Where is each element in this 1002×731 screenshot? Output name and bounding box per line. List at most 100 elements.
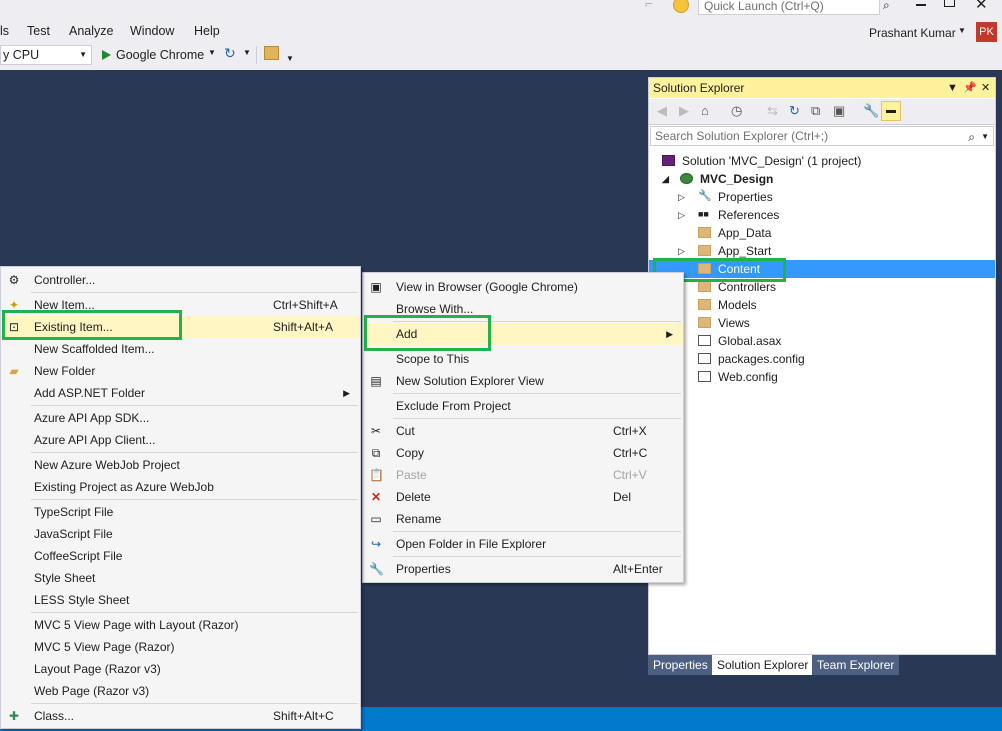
avatar[interactable]: PK [976,22,997,42]
user-name[interactable]: Prashant Kumar [869,26,956,40]
tab-solution-explorer[interactable]: Solution Explorer [712,655,814,675]
tree-item-label: App_Data [718,226,772,240]
tree-item-solution[interactable]: Solution 'MVC_Design' (1 project) [649,152,995,170]
tree-item-properties[interactable]: ▷ 🔧 Properties [649,188,995,206]
run-button[interactable]: Google Chrome [100,46,204,64]
tree-item-project[interactable]: ◢ MVC_Design [649,170,995,188]
chevron-down-icon[interactable]: ▼ [208,48,216,57]
menu-test[interactable]: Test [27,24,50,38]
browser-refresh-icon[interactable]: ↻ [224,45,236,62]
notification-filter-icon[interactable]: ⌐ [645,0,653,11]
solution-explorer-panel: Solution Explorer ▼ 📌 ✕ ◀ ▶ ⌂ ◷ ⇆ ↻ ⧉ ▣ … [648,77,996,655]
tree-item-packages-config[interactable]: packages.config [649,350,995,368]
browser-icon: ▣ [370,280,382,294]
menu-item-cut[interactable]: ✂ Cut Ctrl+X [363,420,683,442]
restore-icon[interactable] [944,0,955,7]
collapsed-arrow-icon[interactable]: ▷ [678,206,685,224]
chevron-down-icon[interactable]: ▼ [947,78,958,98]
menu-item-coffeescript-file[interactable]: CoffeeScript File [1,545,360,567]
copy-icon: ⧉ [371,446,381,460]
solution-platform-select[interactable]: y CPU ▼ [0,45,92,65]
menu-item-style-sheet[interactable]: Style Sheet [1,567,360,589]
quick-launch-input[interactable]: Quick Launch (Ctrl+Q) [698,0,880,15]
menu-item-layout-page[interactable]: Layout Page (Razor v3) [1,658,360,680]
forward-icon[interactable]: ▶ [679,103,689,119]
toolbar-divider [256,46,257,64]
tree-item-label: Properties [718,190,773,204]
tab-team-explorer[interactable]: Team Explorer [812,655,900,675]
menu-item-new-azure-webjob-project[interactable]: New Azure WebJob Project [1,454,360,476]
menu-item-new-solution-explorer-view[interactable]: ▤ New Solution Explorer View [363,370,683,392]
toolbar-overflow-icon[interactable]: ▼ [286,54,294,63]
menu-item-new-folder[interactable]: ▰ New Folder [1,360,360,382]
tree-item-label: Solution 'MVC_Design' (1 project) [682,154,862,168]
minimize-icon[interactable] [916,4,926,6]
submenu-arrow-icon: ▶ [343,388,350,398]
menu-item-scope-to-this[interactable]: Scope to This [363,348,683,370]
menu-item-controller[interactable]: ⚙ Controller... [1,269,360,291]
menu-item-less-style-sheet[interactable]: LESS Style Sheet [1,589,360,611]
menu-item-azure-api-app-client[interactable]: Azure API App Client... [1,429,360,451]
tree-item-references[interactable]: ▷ ■■ References [649,206,995,224]
menu-divider [393,418,681,419]
menu-item-properties[interactable]: 🔧 Properties Alt+Enter [363,558,683,580]
show-all-files-icon[interactable]: ▣ [833,103,845,119]
close-icon[interactable]: ✕ [975,0,988,13]
preview-icon[interactable]: ▬ [881,101,901,121]
menu-item-web-page[interactable]: Web Page (Razor v3) [1,680,360,702]
tab-properties[interactable]: Properties [648,655,713,675]
feedback-smiley-icon[interactable] [673,0,689,13]
tree-item-global-asax[interactable]: Global.asax [649,332,995,350]
paste-icon: 📋 [369,468,384,482]
menu-item-view-in-browser[interactable]: ▣ View in Browser (Google Chrome) [363,276,683,298]
chevron-down-icon[interactable]: ▼ [981,128,989,146]
menu-window[interactable]: Window [130,24,174,38]
highlight-add-item [364,315,491,351]
menu-tools[interactable]: ls [0,24,9,38]
menu-item-exclude-from-project[interactable]: Exclude From Project [363,395,683,417]
menu-item-class[interactable]: ✚ Class... Shift+Alt+C [1,705,360,727]
collapse-all-icon[interactable]: ⧉ [811,103,820,119]
menu-help[interactable]: Help [194,24,220,38]
home-icon[interactable]: ⌂ [701,103,709,118]
menu-divider [31,292,358,293]
menu-item-mvc5-view-with-layout[interactable]: MVC 5 View Page with Layout (Razor) [1,614,360,636]
menu-item-typescript-file[interactable]: TypeScript File [1,501,360,523]
panel-title: Solution Explorer [653,81,745,95]
history-icon[interactable]: ◷ [731,103,742,119]
menu-item-open-folder-in-file-explorer[interactable]: ↪ Open Folder in File Explorer [363,533,683,555]
back-icon[interactable]: ◀ [657,103,667,119]
menu-item-rename[interactable]: ▭ Rename [363,508,683,530]
folder-icon [698,245,711,256]
wrench-icon: 🔧 [698,190,712,202]
collapsed-arrow-icon[interactable]: ▷ [678,188,685,206]
menu-divider [393,556,681,557]
menu-item-existing-project-as-webjob[interactable]: Existing Project as Azure WebJob [1,476,360,498]
menu-item-copy[interactable]: ⧉ Copy Ctrl+C [363,442,683,464]
menu-item-javascript-file[interactable]: JavaScript File [1,523,360,545]
search-icon[interactable]: ⌕ [883,0,890,13]
tree-item-views[interactable]: Views [649,314,995,332]
refresh-icon[interactable]: ↻ [789,103,800,119]
menu-item-azure-api-app-sdk[interactable]: Azure API App SDK... [1,407,360,429]
menu-item-delete[interactable]: ✕ Delete Del [363,486,683,508]
menu-item-new-scaffolded-item[interactable]: New Scaffolded Item... [1,338,360,360]
chevron-down-icon[interactable]: ▼ [958,26,966,35]
class-icon: ✚ [8,709,20,723]
sync-icon[interactable]: ⇆ [767,103,778,119]
menu-item-mvc5-view-page[interactable]: MVC 5 View Page (Razor) [1,636,360,658]
chevron-down-icon[interactable]: ▼ [243,48,251,57]
menu-analyze[interactable]: Analyze [69,24,113,38]
tree-item-web-config[interactable]: Web.config [649,368,995,386]
solution-search-input[interactable]: Search Solution Explorer (Ctrl+;) ⌕ ▼ [650,126,994,146]
wrench-icon[interactable]: 🔧 [863,103,879,119]
close-icon[interactable]: ✕ [981,78,990,98]
browser-link-icon[interactable] [264,46,279,60]
tree-item-models[interactable]: Models [649,296,995,314]
menu-item-add-aspnet-folder[interactable]: Add ASP.NET Folder ▶ [1,382,360,404]
expanded-arrow-icon[interactable]: ◢ [662,170,669,188]
menu-item-paste[interactable]: 📋 Paste Ctrl+V [363,464,683,486]
pin-icon[interactable]: 📌 [963,78,977,98]
wrench-icon: 🔧 [369,562,384,576]
tree-item-app-data[interactable]: App_Data [649,224,995,242]
